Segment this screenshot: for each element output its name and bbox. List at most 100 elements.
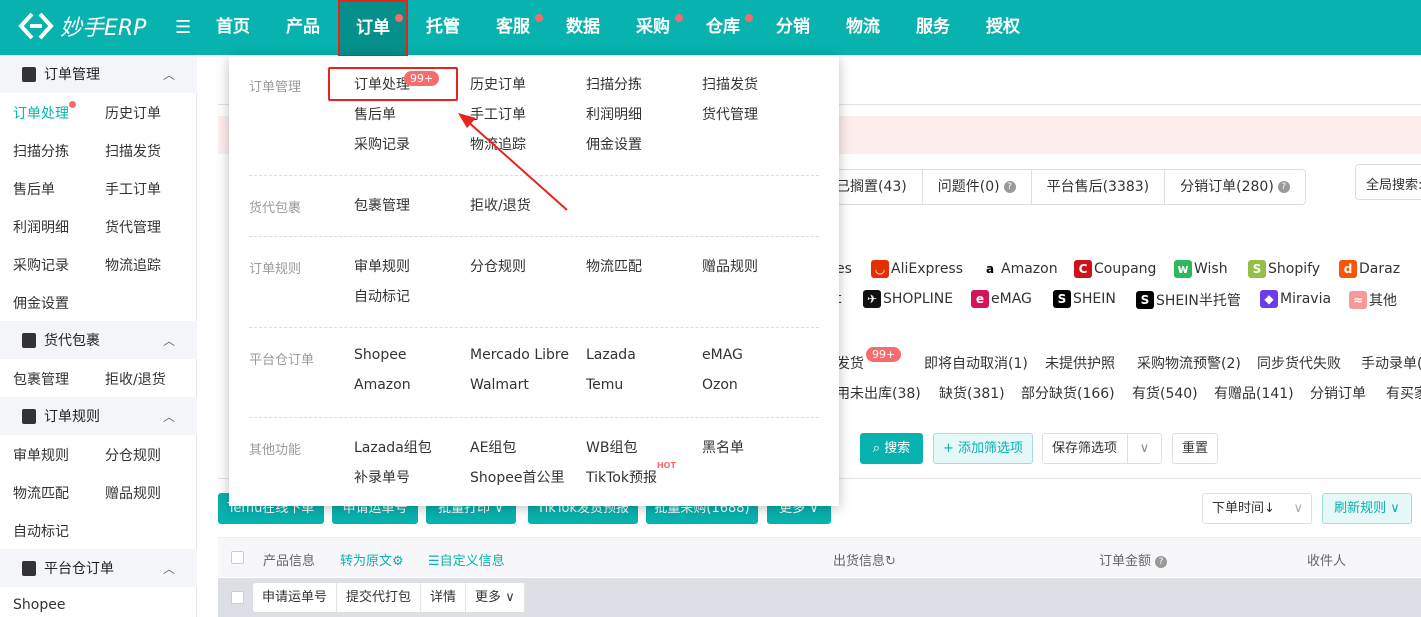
- menu-item[interactable]: Mercado Libre: [470, 347, 569, 363]
- sidebar-section-header[interactable]: 订单管理︿: [0, 55, 197, 93]
- menu-item[interactable]: WB组包: [586, 437, 637, 457]
- menu-item[interactable]: 分仓规则: [470, 256, 526, 276]
- menu-item[interactable]: 货代管理: [702, 104, 758, 124]
- menu-item[interactable]: 赠品规则: [702, 256, 758, 276]
- nav-item-6[interactable]: 采购: [618, 0, 688, 55]
- custom-info-button[interactable]: ☰自定义信息: [428, 550, 505, 569]
- chevron-up-icon[interactable]: ︿: [163, 408, 175, 425]
- filter-tag[interactable]: 用未出库(38): [836, 383, 921, 403]
- menu-toggle-icon[interactable]: ☰: [175, 17, 191, 38]
- platform-shopify[interactable]: SShopify: [1248, 260, 1320, 278]
- logo[interactable]: 妙手ERP: [18, 10, 146, 42]
- nav-item-11[interactable]: 授权: [968, 0, 1038, 55]
- menu-item[interactable]: AE组包: [470, 437, 516, 457]
- sidebar-section-header[interactable]: 平台仓订单︿: [0, 549, 197, 587]
- menu-item[interactable]: Walmart: [470, 377, 529, 393]
- translate-toggle[interactable]: 转为原文⚙: [340, 550, 404, 569]
- search-button[interactable]: ⌕ 搜索: [860, 433, 923, 464]
- sort-select[interactable]: 下单时间↓∨: [1202, 493, 1312, 524]
- nav-item-9[interactable]: 物流: [828, 0, 898, 55]
- row-checkbox[interactable]: [231, 591, 244, 604]
- save-filter-button[interactable]: 保存筛选项∨: [1042, 433, 1162, 464]
- nav-item-8[interactable]: 分销: [758, 0, 828, 55]
- select-all-checkbox[interactable]: [231, 551, 244, 564]
- platform-aliexpress[interactable]: ◡AliExpress: [871, 260, 963, 278]
- menu-item[interactable]: 佣金设置: [586, 134, 642, 154]
- chevron-up-icon[interactable]: ︿: [163, 66, 175, 83]
- menu-item[interactable]: 利润明细: [586, 104, 642, 124]
- platform-0[interactable]: ✈SHOPLINE: [863, 290, 953, 308]
- nav-item-0[interactable]: 首页: [198, 0, 268, 55]
- sidebar-item[interactable]: 售后单: [13, 179, 55, 199]
- platform-wish[interactable]: wWish: [1174, 260, 1228, 278]
- filter-tag[interactable]: 有买家: [1386, 383, 1421, 403]
- sidebar-section-header[interactable]: 订单规则︿: [0, 397, 197, 435]
- menu-item[interactable]: 拒收/退货: [470, 195, 531, 215]
- platform-coupang[interactable]: CCoupang: [1074, 260, 1156, 278]
- sidebar-item[interactable]: 物流匹配: [13, 483, 69, 503]
- menu-item[interactable]: eMAG: [702, 347, 743, 363]
- sidebar-item[interactable]: 自动标记: [13, 521, 69, 541]
- filter-tag[interactable]: 发货99+: [836, 353, 901, 373]
- platform-2[interactable]: SSHEIN: [1053, 290, 1116, 308]
- chevron-up-icon[interactable]: ︿: [163, 332, 175, 349]
- nav-item-5[interactable]: 数据: [548, 0, 618, 55]
- menu-item[interactable]: 扫描分拣: [586, 74, 642, 94]
- refresh-rules-button[interactable]: 刷新规则 ∨: [1322, 493, 1412, 524]
- sidebar-item[interactable]: 订单处理: [13, 103, 69, 123]
- menu-item[interactable]: Lazada组包: [354, 437, 432, 457]
- add-filter-button[interactable]: + 添加筛选项: [933, 433, 1033, 464]
- menu-item[interactable]: Shopee: [354, 347, 406, 363]
- row-action-button[interactable]: 详情: [421, 583, 466, 612]
- sidebar-item[interactable]: 历史订单: [105, 103, 161, 123]
- filter-tag[interactable]: 分销订单: [1310, 383, 1366, 403]
- menu-item[interactable]: 补录单号: [354, 467, 410, 487]
- menu-item[interactable]: 审单规则: [354, 256, 410, 276]
- platform-1[interactable]: eeMAG: [971, 290, 1032, 308]
- row-action-button[interactable]: 更多 ∨: [466, 583, 525, 612]
- tab-platform-aftersale[interactable]: 平台售后(3383): [1031, 170, 1165, 204]
- sidebar-item[interactable]: 物流追踪: [105, 255, 161, 275]
- menu-item[interactable]: 黑名单: [702, 437, 744, 457]
- row-action-button[interactable]: 申请运单号: [253, 583, 337, 612]
- sidebar-item[interactable]: 包裹管理: [13, 369, 69, 389]
- platform-3[interactable]: SSHEIN半托管: [1136, 290, 1241, 310]
- menu-item[interactable]: 历史订单: [470, 74, 526, 94]
- row-action-button[interactable]: 提交代打包: [337, 583, 421, 612]
- tab-problem[interactable]: 问题件(0)?: [922, 170, 1031, 204]
- filter-tag[interactable]: 缺货(381): [939, 383, 1005, 403]
- nav-item-1[interactable]: 产品: [268, 0, 338, 55]
- sidebar-item[interactable]: 分仓规则: [105, 445, 161, 465]
- menu-item[interactable]: Ozon: [702, 377, 738, 393]
- sidebar-item[interactable]: 利润明细: [13, 217, 69, 237]
- help-icon[interactable]: ?: [1278, 181, 1290, 193]
- platform-daraz[interactable]: dDaraz: [1339, 260, 1400, 278]
- platform-5[interactable]: ≈其他: [1349, 290, 1397, 310]
- menu-item[interactable]: 包裹管理: [354, 195, 410, 215]
- nav-item-2[interactable]: 订单: [338, 0, 408, 57]
- menu-item[interactable]: 售后单: [354, 104, 396, 124]
- menu-item[interactable]: 手工订单: [470, 104, 526, 124]
- filter-tag[interactable]: 部分缺货(166): [1021, 383, 1115, 403]
- nav-item-4[interactable]: 客服: [478, 0, 548, 55]
- nav-item-3[interactable]: 托管: [408, 0, 478, 55]
- menu-item[interactable]: 扫描发货: [702, 74, 758, 94]
- filter-tag[interactable]: 即将自动取消(1): [924, 353, 1028, 373]
- sidebar-item[interactable]: 佣金设置: [13, 293, 69, 313]
- menu-item[interactable]: Shopee首公里: [470, 467, 564, 487]
- chevron-up-icon[interactable]: ︿: [163, 560, 175, 577]
- global-search[interactable]: 全局搜索:: [1355, 164, 1421, 200]
- filter-tag[interactable]: 同步货代失败: [1257, 353, 1341, 373]
- menu-item[interactable]: Temu: [586, 377, 623, 393]
- sidebar-section-header[interactable]: 货代包裹︿: [0, 321, 197, 359]
- sidebar-item[interactable]: 赠品规则: [105, 483, 161, 503]
- sidebar-item[interactable]: 手工订单: [105, 179, 161, 199]
- refresh-icon[interactable]: ↻: [885, 554, 896, 569]
- sidebar-item[interactable]: 采购记录: [13, 255, 69, 275]
- sidebar-item[interactable]: 拒收/退货: [105, 369, 166, 389]
- nav-item-7[interactable]: 仓库: [688, 0, 758, 55]
- filter-tag[interactable]: 有货(540): [1132, 383, 1198, 403]
- chevron-down-icon[interactable]: ∨: [1127, 434, 1161, 463]
- filter-tag[interactable]: 未提供护照: [1045, 353, 1115, 373]
- filter-tag[interactable]: 手动录单(: [1361, 353, 1421, 373]
